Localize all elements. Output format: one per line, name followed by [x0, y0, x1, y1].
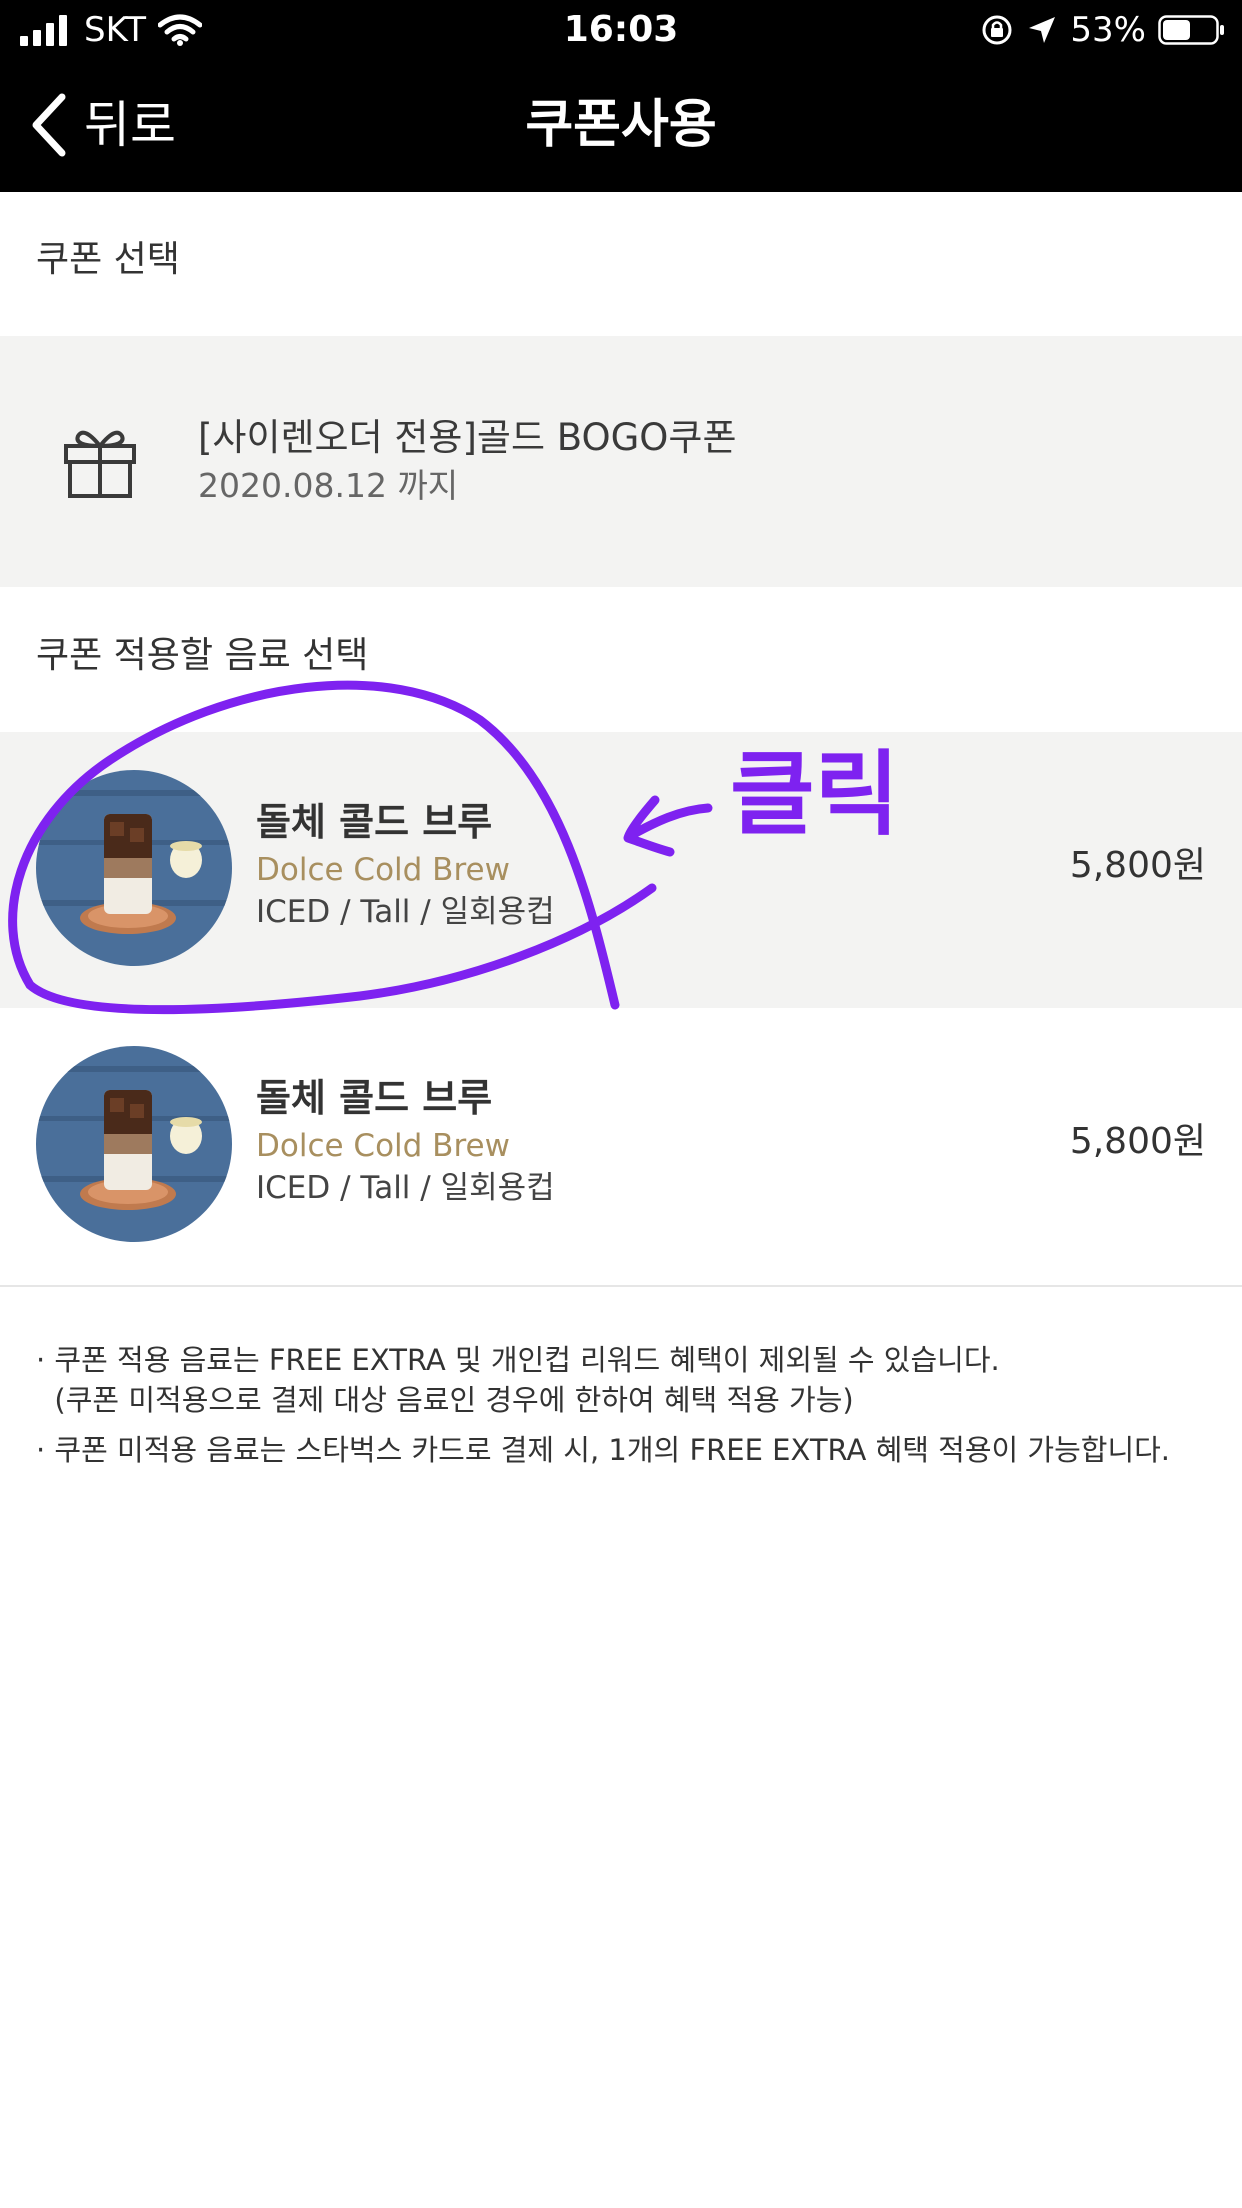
- coupon-card[interactable]: [사이렌오더 전용]골드 BOGO쿠폰 2020.08.12 까지: [0, 336, 1242, 587]
- battery-icon: [1158, 15, 1224, 45]
- drink-thumbnail: [36, 1046, 232, 1242]
- drink-options: ICED / Tall / 일회용컵: [256, 894, 555, 930]
- drink-price: 5,800원: [1069, 845, 1206, 886]
- status-right: 53%: [980, 10, 1226, 50]
- coupon-name: [사이렌오더 전용]골드 BOGO쿠폰: [198, 416, 737, 459]
- nav-bar: 뒤로 쿠폰사용: [0, 60, 1242, 192]
- coupon-section-label: 쿠폰 선택: [36, 239, 180, 280]
- drink-thumbnail: [36, 770, 232, 966]
- notice-item: · 쿠폰 미적용 음료는 스타벅스 카드로 결제 시, 1개의 FREE EXT…: [36, 1433, 1171, 1467]
- notice-line: (쿠폰 미적용으로 결제 대상 음료인 경우에 한하여 혜택 적용 가능): [36, 1383, 854, 1417]
- notice-line: · 쿠폰 적용 음료는 FREE EXTRA 및 개인컵 리워드 혜택이 제외될…: [36, 1343, 1000, 1377]
- status-bar: SKT 16:03 53%: [0, 0, 1242, 60]
- battery-percent: 53%: [1070, 10, 1146, 50]
- notice-list: · 쿠폰 적용 음료는 FREE EXTRA 및 개인컵 리워드 혜택이 제외될…: [36, 1340, 1206, 1480]
- drink-name-korean: 돌체 콜드 브루: [256, 800, 493, 844]
- drink-section-label: 쿠폰 적용할 음료 선택: [36, 635, 369, 676]
- gift-icon: [64, 430, 136, 498]
- drink-name-korean: 돌체 콜드 브루: [256, 1076, 493, 1120]
- drink-row-1[interactable]: 돌체 콜드 브루 Dolce Cold Brew ICED / Tall / 일…: [0, 732, 1242, 1008]
- divider: [0, 1285, 1242, 1287]
- page-title: 쿠폰사용: [525, 95, 717, 155]
- drink-name-english: Dolce Cold Brew: [256, 1128, 510, 1164]
- coupon-expiry: 2020.08.12 까지: [198, 466, 459, 505]
- notice-item: · 쿠폰 적용 음료는 FREE EXTRA 및 개인컵 리워드 혜택이 제외될…: [36, 1340, 1206, 1420]
- drink-options: ICED / Tall / 일회용컵: [256, 1170, 555, 1206]
- drink-name-english: Dolce Cold Brew: [256, 852, 510, 888]
- rotation-lock-icon: [982, 15, 1012, 45]
- drink-price: 5,800원: [1069, 1121, 1206, 1162]
- location-icon: [1029, 17, 1056, 43]
- drink-row-2[interactable]: 돌체 콜드 브루 Dolce Cold Brew ICED / Tall / 일…: [0, 1008, 1242, 1284]
- annotation-text: 클릭: [730, 741, 900, 848]
